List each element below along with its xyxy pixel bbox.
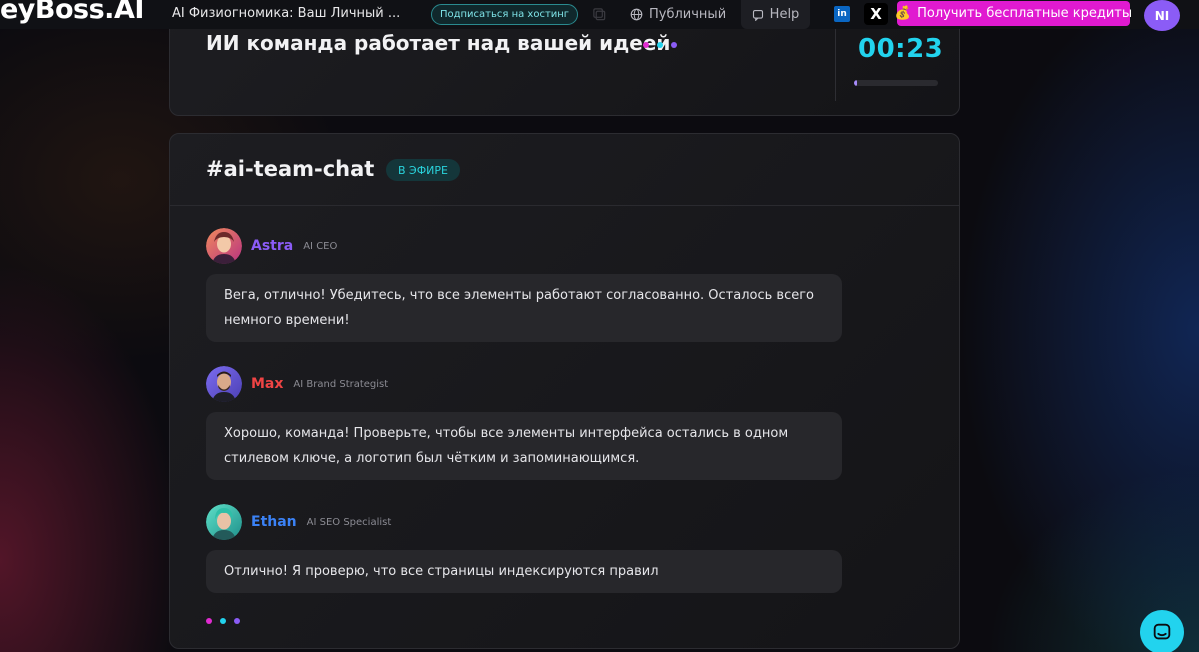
progress-fill bbox=[854, 80, 858, 86]
message-author: Ethan bbox=[251, 514, 297, 530]
timer: 00:23 bbox=[858, 34, 944, 64]
dot-cyan bbox=[220, 618, 226, 624]
top-bar: eyBoss.AI AI Физиогномика: Ваш Личный ..… bbox=[0, 0, 1199, 31]
avatar-astra bbox=[206, 228, 242, 264]
user-avatar[interactable]: NI bbox=[1144, 0, 1180, 31]
public-toggle-button[interactable]: Публичный bbox=[630, 4, 726, 24]
public-label: Публичный bbox=[649, 6, 727, 22]
avatar-ethan bbox=[206, 504, 242, 540]
team-chat-card: #ai-team-chat В ЭФИРЕ Astra AI CEO Вега,… bbox=[169, 133, 960, 649]
message-bubble: Вега, отлично! Убедитесь, что все элемен… bbox=[206, 274, 842, 342]
chat-message: Astra AI CEO Вега, отлично! Убедитесь, ч… bbox=[206, 228, 842, 342]
logo[interactable]: eyBoss.AI bbox=[0, 0, 144, 25]
dot-pink bbox=[643, 42, 649, 48]
dot-cyan bbox=[657, 42, 663, 48]
linkedin-icon[interactable]: in bbox=[834, 6, 850, 22]
chat-support-icon bbox=[1153, 623, 1171, 640]
message-author: Astra bbox=[251, 238, 294, 254]
chat-header: #ai-team-chat В ЭФИРЕ bbox=[170, 134, 959, 206]
message-role: AI Brand Strategist bbox=[293, 378, 389, 390]
x-twitter-icon[interactable]: X bbox=[864, 3, 888, 25]
chat-title: #ai-team-chat bbox=[206, 157, 375, 181]
globe-icon bbox=[630, 8, 643, 20]
get-free-credits-button[interactable]: 💰 Получить бесплатные кредиты bbox=[894, 1, 1133, 26]
message-author: Max bbox=[251, 376, 284, 392]
copy-icon[interactable] bbox=[592, 7, 607, 22]
chat-message: Max AI Brand Strategist Хорошо, команда!… bbox=[206, 366, 842, 480]
help-button[interactable]: Help bbox=[741, 0, 810, 29]
subscribe-hosting-button[interactable]: Подписаться на хостинг bbox=[431, 4, 578, 25]
app-title[interactable]: AI Физиогномика: Ваш Личный ... bbox=[172, 6, 400, 21]
working-dots bbox=[643, 42, 677, 48]
support-chat-button[interactable] bbox=[1140, 610, 1184, 652]
avatar-max bbox=[206, 366, 242, 402]
message-role: AI CEO bbox=[303, 240, 338, 252]
money-bag-icon: 💰 bbox=[894, 6, 912, 21]
message-bubble: Отлично! Я проверю, что все страницы инд… bbox=[206, 550, 842, 593]
status-heading: ИИ команда работает над вашей идеей bbox=[206, 31, 671, 55]
dot-pink bbox=[206, 618, 212, 624]
credits-label: Получить бесплатные кредиты bbox=[917, 6, 1133, 21]
chat-bubble-icon bbox=[752, 9, 763, 21]
message-bubble: Хорошо, команда! Проверьте, чтобы все эл… bbox=[206, 412, 842, 480]
live-badge: В ЭФИРЕ bbox=[386, 159, 460, 181]
divider bbox=[835, 21, 836, 101]
dot-purple bbox=[671, 42, 677, 48]
message-role: AI SEO Specialist bbox=[306, 516, 392, 528]
progress-bar bbox=[854, 80, 938, 86]
help-label: Help bbox=[769, 7, 800, 22]
dot-purple bbox=[234, 618, 240, 624]
chat-message: Ethan AI SEO Specialist Отлично! Я прове… bbox=[206, 504, 842, 593]
typing-indicator bbox=[206, 618, 240, 624]
